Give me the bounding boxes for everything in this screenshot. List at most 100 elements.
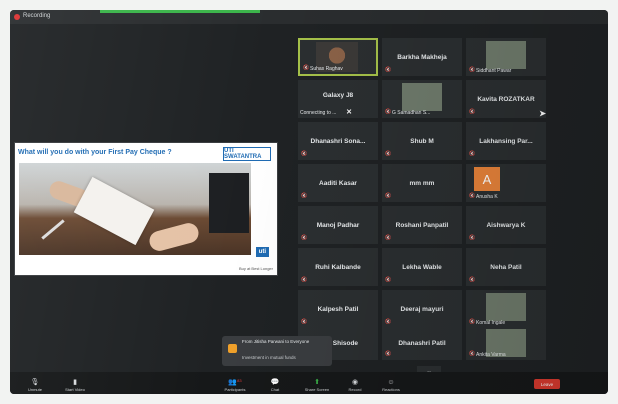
- participant-tile[interactable]: Barkha Makheja 🔇: [382, 38, 462, 76]
- shared-presentation-slide: What will you do with your First Pay Che…: [14, 142, 278, 276]
- meeting-toolbar: 🎙 Unmute ▮ Start Video 👥83 Participants …: [10, 372, 608, 394]
- participant-name: Barkha Makheja: [397, 53, 447, 61]
- mic-off-icon: 🔇: [469, 109, 476, 115]
- participant-name: Lekha Wable: [402, 263, 442, 271]
- start-video-button[interactable]: ▮ Start Video: [58, 378, 92, 392]
- participant-tile[interactable]: Dhanashri Sona... 🔇: [298, 122, 378, 160]
- chat-button[interactable]: 💬 Chat: [258, 378, 292, 392]
- chat-icon: 💬: [270, 379, 280, 386]
- participant-tile[interactable]: Lakhansing Par... 🔇: [466, 122, 546, 160]
- participant-name: Kavita ROZATKAR: [477, 95, 535, 103]
- participant-name: Ankita Varma: [476, 352, 506, 358]
- mic-off-icon: 🔇: [385, 351, 392, 357]
- slide-logo: UTI SWATANTRA: [223, 147, 271, 161]
- zoom-meeting-screen: Recording What will you do with your Fir…: [10, 10, 608, 394]
- participant-tile[interactable]: Manoj Padhar 🔇: [298, 206, 378, 244]
- mic-off-icon: 🔇: [301, 277, 308, 283]
- slide-title: What will you do with your First Pay Che…: [18, 149, 172, 156]
- participant-name: mm mm: [409, 179, 435, 187]
- participant-tile[interactable]: Aaditi Kasar 🔇: [298, 164, 378, 202]
- mic-off-icon: 🔇: [385, 67, 392, 73]
- participant-name: Deeraj mayuri: [400, 305, 444, 313]
- participant-photo: [402, 83, 442, 111]
- mic-off-icon: 🔇: [385, 109, 392, 115]
- share-screen-icon: ⬆: [314, 379, 320, 386]
- laptop-graphic: [209, 173, 249, 233]
- mic-off-icon: 🔇: [469, 277, 476, 283]
- participant-tile[interactable]: G Samadhan S... 🔇: [382, 80, 462, 118]
- participant-tile[interactable]: Shub M 🔇: [382, 122, 462, 160]
- participant-tile[interactable]: Komal Ingale 🔇: [466, 290, 546, 328]
- mic-off-icon: 🎙: [30, 379, 40, 386]
- leave-meeting-button[interactable]: Leave: [534, 379, 560, 389]
- mic-off-icon: 🔇: [385, 151, 392, 157]
- recording-icon: [14, 14, 20, 20]
- participants-label: Participants: [224, 387, 246, 392]
- participants-button[interactable]: 👥83 Participants: [218, 378, 252, 392]
- participant-name: Kalpesh Patil: [317, 305, 359, 313]
- participant-name: Siddhant Pawar: [476, 68, 512, 74]
- window-title-bar: Recording: [10, 10, 608, 24]
- participant-tile[interactable]: Kavita ROZATKAR 🔇 ➤: [466, 80, 546, 118]
- pen-graphic: [41, 219, 65, 240]
- participant-tile[interactable]: Galaxy J8 Connecting to ... ✕: [298, 80, 378, 118]
- participant-tile[interactable]: Ankita Varma 🔇: [466, 326, 546, 360]
- participant-name: Aaditi Kasar: [319, 179, 357, 187]
- slide-photo: [19, 163, 251, 255]
- participant-name: Ruhi Kalbande: [315, 263, 361, 271]
- participant-tile[interactable]: Siddhant Pawar 🔇: [466, 38, 546, 76]
- participant-tile[interactable]: Roshani Panpatil 🔇: [382, 206, 462, 244]
- participant-tile[interactable]: Aishwarya K 🔇: [466, 206, 546, 244]
- chat-from: From Jitisha Parwani to Everyone: [242, 339, 310, 344]
- unmute-label: Unmute: [27, 387, 42, 392]
- record-icon: ◉: [351, 379, 359, 386]
- hand-graphic: [147, 220, 201, 254]
- participant-status: Connecting to ...: [300, 110, 337, 116]
- participants-icon: 👥83: [228, 378, 242, 386]
- mic-off-icon: 🔇: [301, 193, 308, 199]
- participant-tile[interactable]: Lekha Wable 🔇: [382, 248, 462, 286]
- slide-badge-logo: uti: [255, 247, 269, 257]
- participant-tile[interactable]: Kalpesh Patil 🔇: [298, 290, 378, 328]
- participants-count: 83: [237, 378, 242, 383]
- cheque-graphic: [73, 176, 155, 246]
- cursor-icon: ➤: [539, 109, 546, 118]
- participant-avatar: A: [474, 167, 500, 191]
- mic-off-icon: 🔇: [385, 235, 392, 241]
- mic-off-icon: 🔇: [385, 277, 392, 283]
- participant-name: G Samadhan S...: [392, 110, 431, 116]
- reactions-label: Reactions: [382, 387, 400, 392]
- unmute-button[interactable]: 🎙 Unmute: [18, 378, 52, 392]
- mic-off-icon: 🔇: [469, 351, 476, 357]
- participant-tile[interactable]: Deeraj mayuri 🔇: [382, 290, 462, 328]
- record-button[interactable]: ◉ Record: [338, 378, 372, 392]
- reactions-button[interactable]: ☺ Reactions: [374, 379, 408, 392]
- participant-tile[interactable]: mm mm 🔇: [382, 164, 462, 202]
- share-screen-button[interactable]: ⬆ Share Screen: [300, 378, 334, 392]
- participant-name: Anusha K: [476, 194, 498, 200]
- close-icon[interactable]: ✕: [346, 108, 352, 116]
- participant-name: Shub M: [410, 137, 434, 145]
- mic-off-icon: 🔇: [385, 193, 392, 199]
- participant-tile[interactable]: Suhas Raghav 🔇: [298, 38, 378, 76]
- mic-off-icon: 🔇: [469, 235, 476, 241]
- participant-name: Neha Patil: [490, 263, 522, 271]
- recording-label: Recording: [23, 13, 51, 19]
- mic-off-icon: 🔇: [301, 151, 308, 157]
- video-off-icon: ▮: [73, 379, 77, 386]
- record-label: Record: [348, 387, 362, 392]
- chat-notification[interactable]: From Jitisha Parwani to Everyone Investm…: [222, 336, 332, 366]
- participant-tile[interactable]: A Anusha K 🔇: [466, 164, 546, 202]
- chat-message: Investment in mutual funds: [242, 355, 296, 360]
- participant-photo: [486, 41, 526, 69]
- participant-name: Manoj Padhar: [316, 221, 360, 229]
- participant-tile[interactable]: Dhanashri Patil 🔇: [382, 326, 462, 360]
- slide-footer: Buy at Best Longer: [238, 266, 273, 271]
- participant-name: Dhanashri Sona...: [310, 137, 366, 145]
- mic-off-icon: 🔇: [303, 65, 310, 71]
- participant-tile[interactable]: Ruhi Kalbande 🔇: [298, 248, 378, 286]
- participant-tile[interactable]: Neha Patil 🔇: [466, 248, 546, 286]
- participant-name: Roshani Panpatil: [395, 221, 449, 229]
- mic-off-icon: 🔇: [385, 319, 392, 325]
- mic-off-icon: 🔇: [301, 319, 308, 325]
